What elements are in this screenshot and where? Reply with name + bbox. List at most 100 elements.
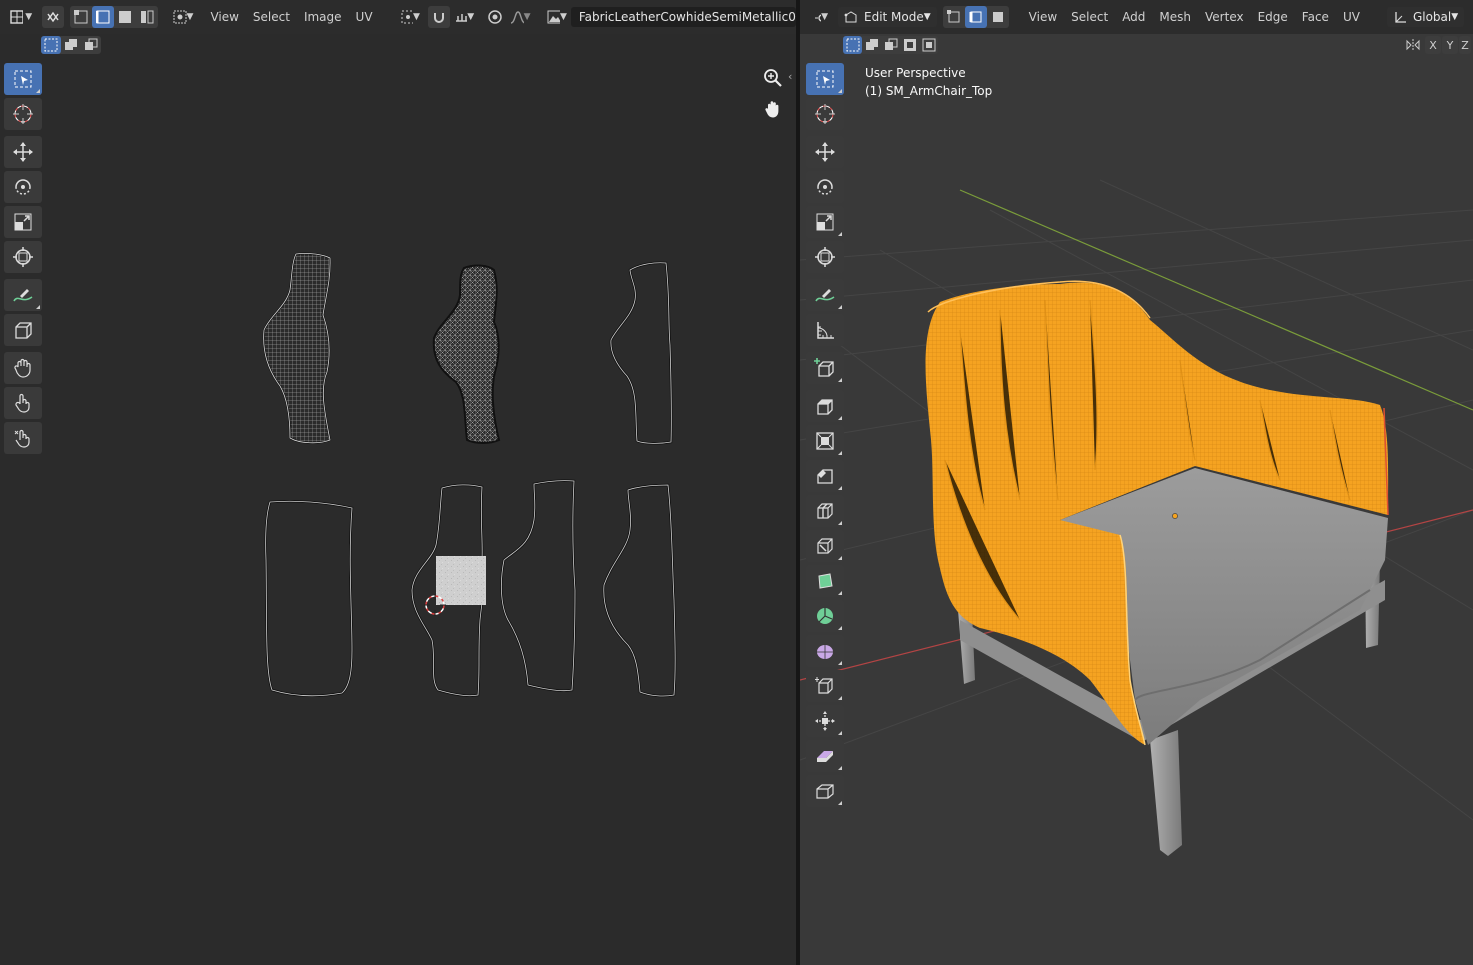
tool-smooth[interactable] bbox=[806, 635, 844, 667]
uv-island[interactable] bbox=[602, 483, 677, 698]
viewport-scene[interactable] bbox=[800, 34, 1473, 965]
edge-mode-button[interactable] bbox=[964, 6, 987, 28]
menu-edge[interactable]: Edge bbox=[1251, 6, 1295, 28]
tool-spin[interactable] bbox=[806, 600, 844, 632]
rotate-icon bbox=[817, 179, 833, 195]
tool-scale[interactable] bbox=[806, 206, 844, 238]
vertex-select-button[interactable] bbox=[70, 6, 92, 28]
image-name: FabricLeatherCowhideSemiMetallic001_DISP… bbox=[578, 10, 796, 24]
vertex-select-icon bbox=[946, 10, 960, 23]
menu-uv[interactable]: UV bbox=[349, 6, 380, 28]
edge-select-button[interactable] bbox=[92, 6, 115, 28]
tool-rip[interactable] bbox=[806, 775, 844, 807]
mirror-y-toggle[interactable]: Y bbox=[1442, 36, 1458, 54]
3d-viewport-icon bbox=[815, 14, 822, 22]
orientation-dropdown[interactable]: Global ▼ bbox=[1386, 7, 1465, 27]
menu-select[interactable]: Select bbox=[246, 6, 297, 28]
pivot-point-dropdown[interactable]: ▼ bbox=[396, 6, 424, 28]
face-mode-button[interactable] bbox=[987, 6, 1009, 28]
menu-view[interactable]: View bbox=[203, 6, 245, 28]
uv-island[interactable] bbox=[262, 252, 332, 444]
menu-mesh[interactable]: Mesh bbox=[1152, 6, 1198, 28]
menu-image[interactable]: Image bbox=[297, 6, 349, 28]
sync-selection-toggle[interactable] bbox=[42, 6, 65, 28]
mode-label: Edit Mode bbox=[864, 10, 924, 24]
selection-mode-group bbox=[843, 36, 938, 54]
tool-edge-slide[interactable] bbox=[806, 670, 844, 702]
vertex-mode-button[interactable] bbox=[943, 6, 965, 28]
falloff-curve-icon bbox=[510, 11, 524, 24]
image-name-field[interactable]: FabricLeatherCowhideSemiMetallic001_DISP… bbox=[570, 7, 796, 27]
select-subtract-button[interactable] bbox=[881, 36, 900, 54]
select-new-icon bbox=[846, 38, 859, 52]
menu-select[interactable]: Select bbox=[1064, 6, 1115, 28]
knife-icon bbox=[817, 538, 833, 554]
uv-island-border bbox=[610, 262, 672, 444]
menu-face[interactable]: Face bbox=[1295, 6, 1336, 28]
snap-magnet-icon bbox=[433, 13, 444, 23]
menu-vertex[interactable]: Vertex bbox=[1198, 6, 1251, 28]
menu-view[interactable]: View bbox=[1022, 6, 1064, 28]
select-new-button[interactable] bbox=[41, 36, 61, 54]
falloff-dropdown[interactable]: ▼ bbox=[506, 6, 534, 28]
select-extend-button[interactable] bbox=[862, 36, 881, 54]
select-subtract-button[interactable] bbox=[81, 36, 101, 54]
uv-island[interactable] bbox=[432, 264, 501, 444]
select-extend-button[interactable] bbox=[61, 36, 81, 54]
uv-island[interactable] bbox=[500, 479, 577, 693]
mirror-x-toggle[interactable]: X bbox=[1425, 36, 1441, 54]
face-select-button[interactable] bbox=[114, 6, 136, 28]
tool-shear[interactable] bbox=[806, 740, 844, 772]
tool-knife[interactable] bbox=[806, 530, 844, 562]
island-select-button[interactable] bbox=[136, 6, 158, 28]
3d-viewport: ▼ Edit Mode ▼ View Select Add Mesh Verte… bbox=[800, 0, 1473, 965]
menu-add[interactable]: Add bbox=[1115, 6, 1152, 28]
uv-subheader bbox=[0, 34, 796, 56]
mirror-axis-group: X Y Z bbox=[1405, 36, 1471, 54]
tool-move[interactable] bbox=[806, 136, 844, 168]
tool-measure[interactable] bbox=[806, 314, 844, 346]
tool-bevel[interactable] bbox=[806, 460, 844, 492]
select-new-button[interactable] bbox=[843, 36, 862, 54]
tool-extrude[interactable] bbox=[806, 390, 844, 422]
editor-type-selector[interactable]: ▼ bbox=[810, 6, 832, 28]
transform-icon bbox=[815, 247, 835, 267]
tool-cursor[interactable] bbox=[806, 98, 844, 130]
sticky-select-icon bbox=[173, 10, 187, 24]
cursor-icon bbox=[815, 104, 835, 124]
tool-select-box[interactable] bbox=[806, 63, 844, 95]
tool-poly-build[interactable] bbox=[806, 565, 844, 597]
viewport-subheader: X Y Z bbox=[800, 34, 1473, 56]
tool-shrink-fatten[interactable] bbox=[806, 705, 844, 737]
tool-add-cube[interactable] bbox=[806, 352, 844, 384]
select-intersect-icon bbox=[922, 38, 935, 52]
tool-rotate[interactable] bbox=[806, 171, 844, 203]
sticky-selection-dropdown[interactable]: ▼ bbox=[169, 6, 197, 28]
mirror-z-toggle[interactable]: Z bbox=[1459, 36, 1471, 54]
scale-icon bbox=[816, 213, 834, 231]
edit-mode-icon bbox=[844, 11, 857, 23]
image-browse-dropdown[interactable]: ▼ bbox=[543, 6, 571, 28]
uv-island-border bbox=[500, 480, 576, 692]
select-invert-icon bbox=[903, 39, 916, 51]
select-invert-button[interactable] bbox=[900, 36, 919, 54]
object-origin bbox=[1172, 513, 1178, 519]
mode-dropdown[interactable]: Edit Mode ▼ bbox=[838, 7, 937, 27]
tool-annotate[interactable] bbox=[806, 279, 844, 311]
menu-uv[interactable]: UV bbox=[1336, 6, 1367, 28]
edge-select-icon bbox=[96, 10, 110, 24]
snap-target-dropdown[interactable]: ▼ bbox=[450, 6, 478, 28]
rip-icon bbox=[816, 784, 834, 799]
uv-island[interactable] bbox=[264, 500, 354, 697]
uv-island[interactable] bbox=[609, 261, 673, 445]
tool-transform[interactable] bbox=[806, 241, 844, 273]
edge-select-icon bbox=[969, 11, 982, 23]
poly-build-icon bbox=[818, 573, 833, 589]
tool-loop-cut[interactable] bbox=[806, 495, 844, 527]
editor-type-selector[interactable]: ▼ bbox=[6, 6, 36, 28]
snap-toggle[interactable] bbox=[427, 6, 450, 28]
proportional-edit-toggle[interactable] bbox=[484, 6, 506, 28]
tool-inset[interactable] bbox=[806, 425, 844, 457]
select-intersect-button[interactable] bbox=[919, 36, 938, 54]
uv-canvas[interactable] bbox=[0, 56, 796, 965]
